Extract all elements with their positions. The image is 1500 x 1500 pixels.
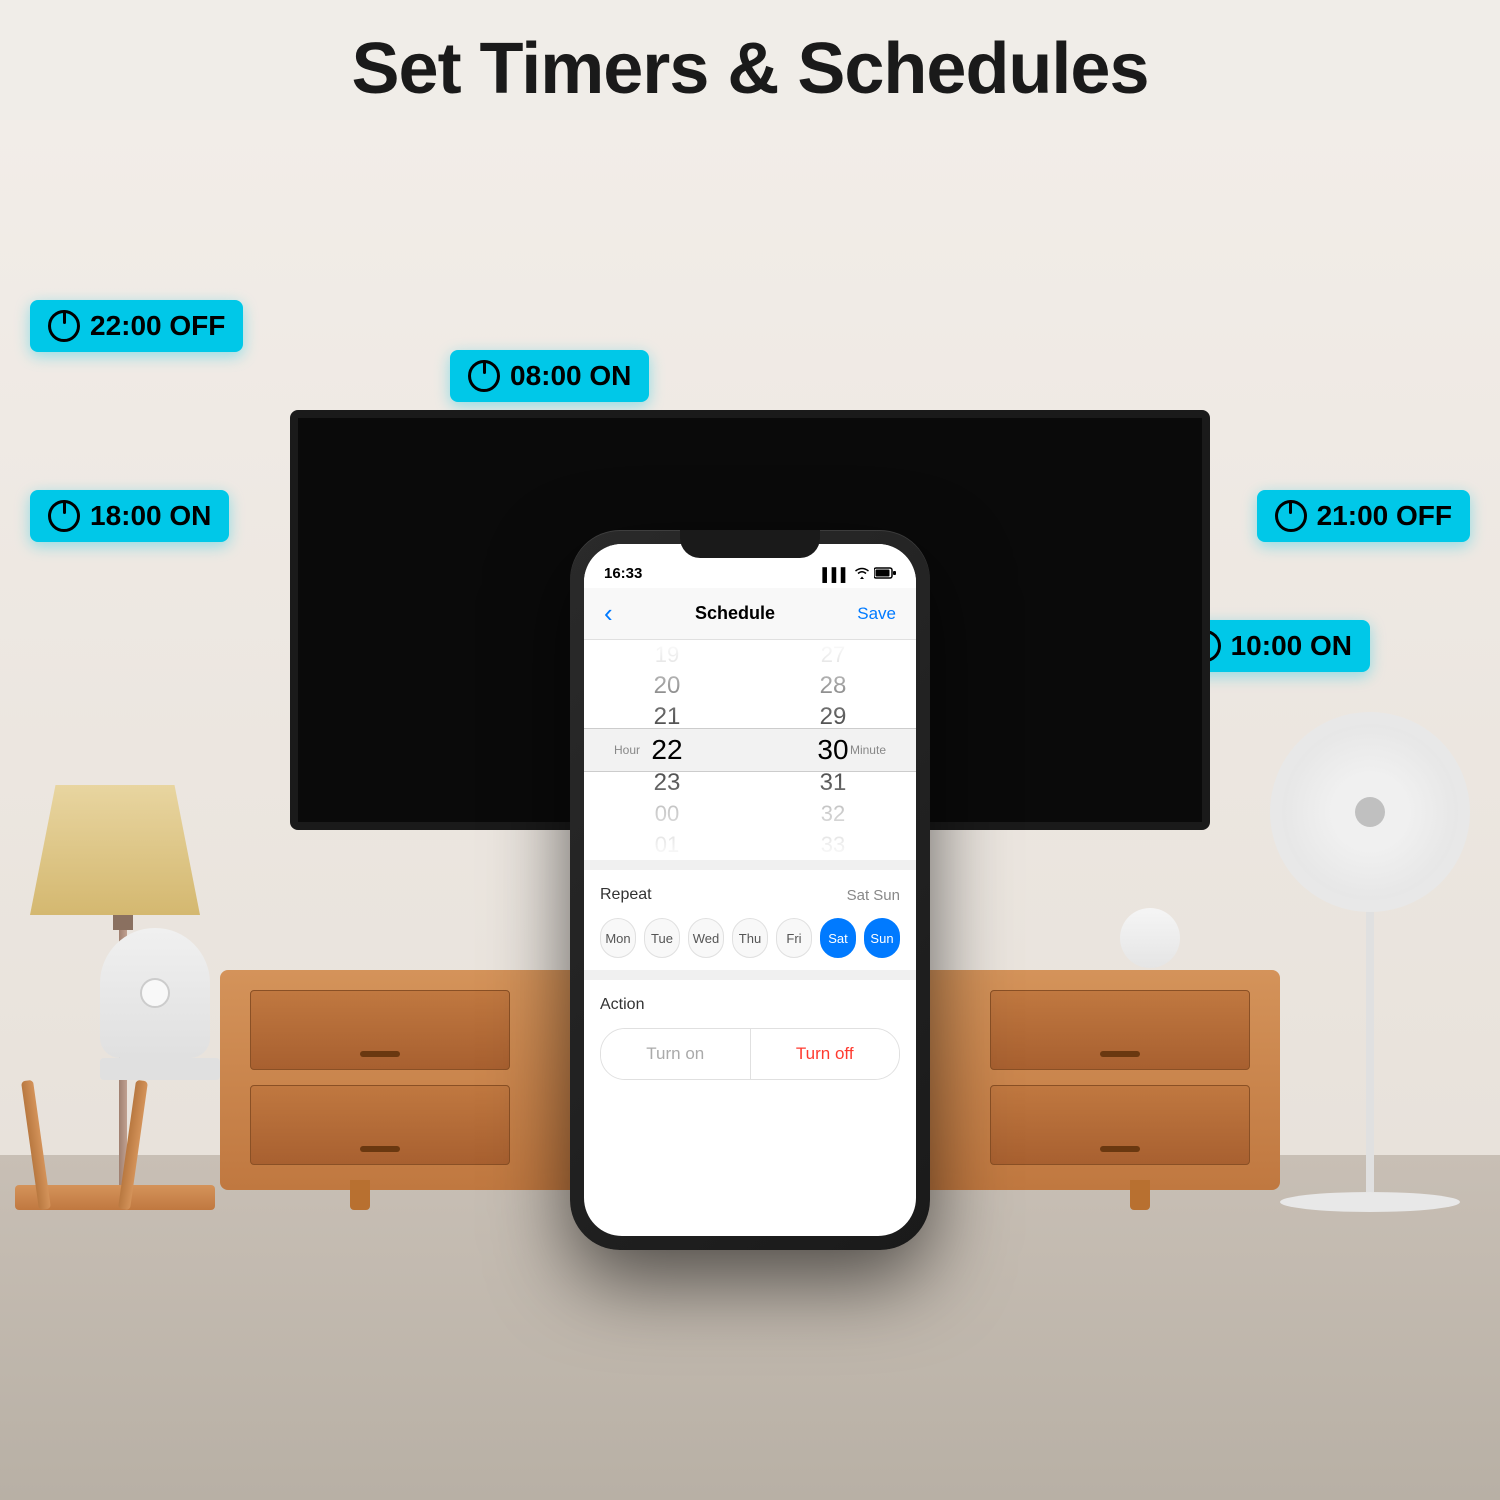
phone-notch [680, 530, 820, 558]
timer-badge-off-21-label: 21:00 OFF [1317, 500, 1452, 532]
section-divider-2 [584, 970, 916, 980]
nav-bar: ‹ Schedule Save [584, 588, 916, 640]
drawer-handle-2 [1100, 1051, 1140, 1057]
phone-mockup: 16:33 ▌▌▌ [570, 530, 930, 1230]
timer-badge-on-18: 18:00 ON [30, 490, 229, 542]
repeat-title: Repeat [600, 886, 652, 904]
repeat-section: Repeat Sat Sun Mon Tue Wed Thu Fri Sat S… [584, 870, 916, 970]
fan-base [1280, 1192, 1460, 1212]
status-icons: ▌▌▌ [822, 567, 896, 582]
signal-icon: ▌▌▌ [822, 567, 850, 582]
repeat-value: Sat Sun [847, 887, 900, 904]
battery-icon [874, 567, 896, 582]
day-btn-sat[interactable]: Sat [820, 918, 856, 958]
picker-hour-01[interactable]: 01 [627, 831, 707, 860]
time-picker[interactable]: Hour Minute 19 20 21 22 23 00 01 27 [584, 640, 916, 860]
picker-minute-33[interactable]: 33 [793, 831, 873, 860]
action-title: Action [600, 996, 900, 1014]
wifi-icon [854, 567, 870, 582]
picker-label-hour: Hour [614, 743, 640, 757]
picker-hour-00[interactable]: 00 [627, 799, 707, 828]
timer-badge-off-21: 21:00 OFF [1257, 490, 1470, 542]
picker-scroll[interactable]: Hour Minute 19 20 21 22 23 00 01 27 [584, 640, 916, 860]
nav-title: Schedule [695, 603, 775, 624]
timer-badge-on-8-label: 08:00 ON [510, 360, 631, 392]
drawer-handle-1 [360, 1051, 400, 1057]
timer-badge-on-18-label: 18:00 ON [90, 500, 211, 532]
timer-badge-off-22: 22:00 OFF [30, 300, 243, 352]
drawer-handle-4 [1100, 1146, 1140, 1152]
save-button[interactable]: Save [857, 604, 896, 624]
picker-label-minute: Minute [850, 743, 886, 757]
day-btn-wed[interactable]: Wed [688, 918, 724, 958]
picker-minute-27[interactable]: 27 [793, 640, 873, 669]
picker-minute-28[interactable]: 28 [793, 671, 873, 700]
phone-inner-screen: 16:33 ▌▌▌ [584, 544, 916, 1236]
repeat-header: Repeat Sat Sun [600, 886, 900, 904]
fan-center [1355, 797, 1385, 827]
timer-badge-on-10-label: 10:00 ON [1231, 630, 1352, 662]
day-buttons: Mon Tue Wed Thu Fri Sat Sun [600, 918, 900, 958]
fan [1270, 712, 1470, 1212]
action-buttons: Turn on Turn off [600, 1028, 900, 1080]
action-section: Action Turn on Turn off [584, 980, 916, 1096]
day-btn-fri[interactable]: Fri [776, 918, 812, 958]
picker-hour-19[interactable]: 19 [627, 640, 707, 669]
humidifier-button [140, 978, 170, 1008]
turn-on-button[interactable]: Turn on [601, 1029, 750, 1079]
day-btn-thu[interactable]: Thu [732, 918, 768, 958]
back-button[interactable]: ‹ [604, 598, 613, 629]
picker-minute-31[interactable]: 31 [793, 768, 873, 797]
picker-hour-23[interactable]: 23 [627, 768, 707, 797]
cabinet-drawer-2 [990, 990, 1250, 1070]
lamp-legs [30, 1080, 139, 1210]
turn-off-button[interactable]: Turn off [750, 1029, 900, 1079]
device-small [1120, 908, 1180, 968]
timer-badge-off-22-label: 22:00 OFF [90, 310, 225, 342]
fan-pole [1366, 912, 1374, 1192]
power-icon-on-18 [48, 500, 80, 532]
timer-badge-on-8: 08:00 ON [450, 350, 649, 402]
humidifier [100, 928, 220, 1078]
day-btn-tue[interactable]: Tue [644, 918, 680, 958]
day-btn-sun[interactable]: Sun [864, 918, 900, 958]
drawer-handle-3 [360, 1146, 400, 1152]
page-title: Set Timers & Schedules [0, 28, 1500, 110]
section-divider-1 [584, 860, 916, 870]
cabinet-drawer-4 [990, 1085, 1250, 1165]
cabinet-leg-4 [1130, 1180, 1150, 1210]
cabinet-drawer-1 [250, 990, 510, 1070]
humidifier-base [100, 1058, 220, 1080]
power-icon-off-22 [48, 310, 80, 342]
power-icon-off-21 [1275, 500, 1307, 532]
day-btn-mon[interactable]: Mon [600, 918, 636, 958]
cabinet-drawer-3 [250, 1085, 510, 1165]
picker-hour-20[interactable]: 20 [627, 671, 707, 700]
lamp-shade [30, 785, 200, 915]
power-icon-on-8 [468, 360, 500, 392]
cabinet-leg-1 [350, 1180, 370, 1210]
humidifier-body [100, 928, 210, 1058]
picker-minute-32[interactable]: 32 [793, 799, 873, 828]
phone-outer-shell: 16:33 ▌▌▌ [570, 530, 930, 1250]
fan-head [1270, 712, 1470, 912]
status-time: 16:33 [604, 565, 642, 582]
